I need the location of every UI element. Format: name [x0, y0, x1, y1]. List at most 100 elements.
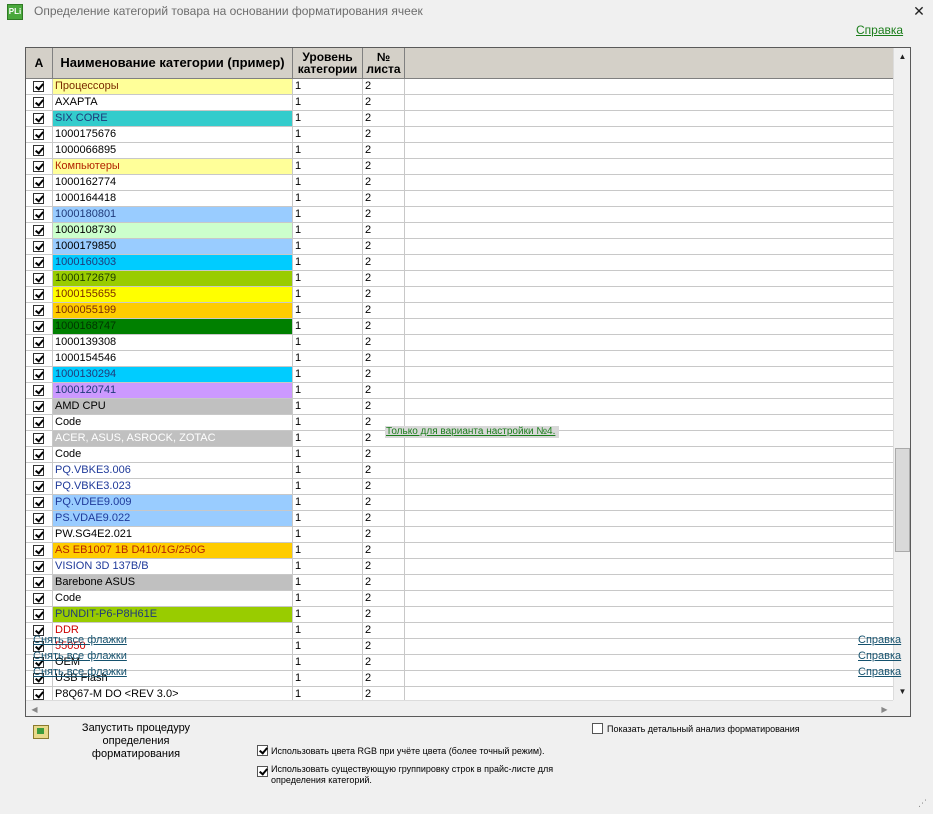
- sheet-number-cell[interactable]: 2: [363, 367, 405, 383]
- row-checkbox-cell[interactable]: [26, 95, 53, 111]
- category-level-cell[interactable]: 1: [293, 239, 363, 255]
- table-row[interactable]: PW.SG4E2.021 1 2: [26, 527, 893, 543]
- table-row[interactable]: 1000175676 1 2: [26, 127, 893, 143]
- category-level-cell[interactable]: 1: [293, 543, 363, 559]
- category-name-cell[interactable]: Code: [53, 415, 293, 431]
- row-checkbox-cell[interactable]: [26, 559, 53, 575]
- category-name-cell[interactable]: Процессоры: [53, 79, 293, 95]
- category-level-cell[interactable]: 1: [293, 399, 363, 415]
- vertical-scrollbar[interactable]: ▲ ▼: [893, 48, 910, 700]
- sheet-number-cell[interactable]: 2: [363, 223, 405, 239]
- row-checkbox[interactable]: [33, 401, 44, 412]
- row-checkbox[interactable]: [33, 385, 44, 396]
- row-checkbox-cell[interactable]: [26, 399, 53, 415]
- row-checkbox-cell[interactable]: [26, 255, 53, 271]
- category-level-cell[interactable]: 1: [293, 287, 363, 303]
- category-name-cell[interactable]: AS EB1007 1B D410/1G/250G: [53, 543, 293, 559]
- row-checkbox[interactable]: [33, 561, 44, 572]
- help-link-overlay-3[interactable]: Справка: [858, 666, 901, 678]
- sheet-number-cell[interactable]: 2: [363, 351, 405, 367]
- table-row[interactable]: 1000108730 1 2: [26, 223, 893, 239]
- scroll-thumb[interactable]: [895, 448, 910, 552]
- sheet-number-cell[interactable]: 2: [363, 527, 405, 543]
- table-row[interactable]: 1000154546 1 2: [26, 351, 893, 367]
- table-row[interactable]: Компьютеры 1 2: [26, 159, 893, 175]
- category-name-cell[interactable]: PW.SG4E2.021: [53, 527, 293, 543]
- row-checkbox-cell[interactable]: [26, 447, 53, 463]
- column-header-name[interactable]: Наименование категории (пример): [53, 48, 293, 79]
- row-checkbox[interactable]: [33, 497, 44, 508]
- sheet-number-cell[interactable]: 2: [363, 287, 405, 303]
- category-name-cell[interactable]: 1000120741: [53, 383, 293, 399]
- category-level-cell[interactable]: 1: [293, 303, 363, 319]
- category-name-cell[interactable]: PQ.VBKE3.023: [53, 479, 293, 495]
- table-row[interactable]: OEM 1 2: [26, 655, 893, 671]
- category-level-cell[interactable]: 1: [293, 607, 363, 623]
- column-header-level[interactable]: Уровень категории: [293, 48, 363, 79]
- category-level-cell[interactable]: 1: [293, 111, 363, 127]
- row-checkbox-cell[interactable]: [26, 591, 53, 607]
- use-rgb-checkbox[interactable]: [257, 745, 268, 756]
- sheet-number-cell[interactable]: 2: [363, 143, 405, 159]
- row-checkbox[interactable]: [33, 465, 44, 476]
- sheet-number-cell[interactable]: 2: [363, 399, 405, 415]
- sheet-number-cell[interactable]: 2: [363, 191, 405, 207]
- row-checkbox-cell[interactable]: [26, 543, 53, 559]
- uncheck-all-link-2[interactable]: Снять все флажки: [33, 650, 127, 662]
- variant-note-link[interactable]: Только для варианта настройки №4.: [386, 426, 555, 437]
- row-checkbox[interactable]: [33, 545, 44, 556]
- row-checkbox-cell[interactable]: [26, 271, 53, 287]
- row-checkbox-cell[interactable]: [26, 319, 53, 335]
- scroll-right-icon[interactable]: ▶: [876, 701, 893, 716]
- category-level-cell[interactable]: 1: [293, 255, 363, 271]
- category-level-cell[interactable]: 1: [293, 95, 363, 111]
- category-level-cell[interactable]: 1: [293, 511, 363, 527]
- table-row[interactable]: 1000160303 1 2: [26, 255, 893, 271]
- category-name-cell[interactable]: 1000164418: [53, 191, 293, 207]
- table-row[interactable]: 1000164418 1 2: [26, 191, 893, 207]
- category-name-cell[interactable]: 1000108730: [53, 223, 293, 239]
- category-name-cell[interactable]: SIX CORE: [53, 111, 293, 127]
- row-checkbox-cell[interactable]: [26, 143, 53, 159]
- row-checkbox-cell[interactable]: [26, 351, 53, 367]
- category-level-cell[interactable]: 1: [293, 159, 363, 175]
- category-level-cell[interactable]: 1: [293, 527, 363, 543]
- table-row[interactable]: 1000179850 1 2: [26, 239, 893, 255]
- row-checkbox[interactable]: [33, 481, 44, 492]
- category-level-cell[interactable]: 1: [293, 271, 363, 287]
- row-checkbox[interactable]: [33, 513, 44, 524]
- row-checkbox-cell[interactable]: [26, 207, 53, 223]
- category-name-cell[interactable]: 1000066895: [53, 143, 293, 159]
- row-checkbox[interactable]: [33, 529, 44, 540]
- row-checkbox[interactable]: [33, 113, 44, 124]
- category-name-cell[interactable]: 1000180801: [53, 207, 293, 223]
- sheet-number-cell[interactable]: 2: [363, 671, 405, 687]
- row-checkbox[interactable]: [33, 321, 44, 332]
- row-checkbox[interactable]: [33, 129, 44, 140]
- row-checkbox[interactable]: [33, 577, 44, 588]
- table-row[interactable]: 1000120741 1 2: [26, 383, 893, 399]
- category-name-cell[interactable]: ACER, ASUS, ASROCK, ZOTAC: [53, 431, 293, 447]
- horizontal-scrollbar[interactable]: ◀ ▶: [26, 700, 893, 716]
- table-row[interactable]: AS EB1007 1B D410/1G/250G 1 2: [26, 543, 893, 559]
- row-checkbox-cell[interactable]: [26, 463, 53, 479]
- row-checkbox-cell[interactable]: [26, 383, 53, 399]
- table-row[interactable]: PUNDIT-P6-P8H61E 1 2: [26, 607, 893, 623]
- category-name-cell[interactable]: 1000162774: [53, 175, 293, 191]
- category-name-cell[interactable]: PQ.VBKE3.006: [53, 463, 293, 479]
- category-name-cell[interactable]: 1000155655: [53, 287, 293, 303]
- sheet-number-cell[interactable]: 2: [363, 623, 405, 639]
- table-row[interactable]: 1000162774 1 2: [26, 175, 893, 191]
- category-level-cell[interactable]: 1: [293, 319, 363, 335]
- category-level-cell[interactable]: 1: [293, 479, 363, 495]
- table-row[interactable]: 55050 1 2: [26, 639, 893, 655]
- table-row[interactable]: 1000172679 1 2: [26, 271, 893, 287]
- category-level-cell[interactable]: 1: [293, 495, 363, 511]
- table-row[interactable]: PQ.VBKE3.023 1 2: [26, 479, 893, 495]
- row-checkbox[interactable]: [33, 369, 44, 380]
- category-name-cell[interactable]: 1000179850: [53, 239, 293, 255]
- row-checkbox[interactable]: [33, 257, 44, 268]
- category-level-cell[interactable]: 1: [293, 351, 363, 367]
- category-name-cell[interactable]: Code: [53, 591, 293, 607]
- category-name-cell[interactable]: VISION 3D 137B/B: [53, 559, 293, 575]
